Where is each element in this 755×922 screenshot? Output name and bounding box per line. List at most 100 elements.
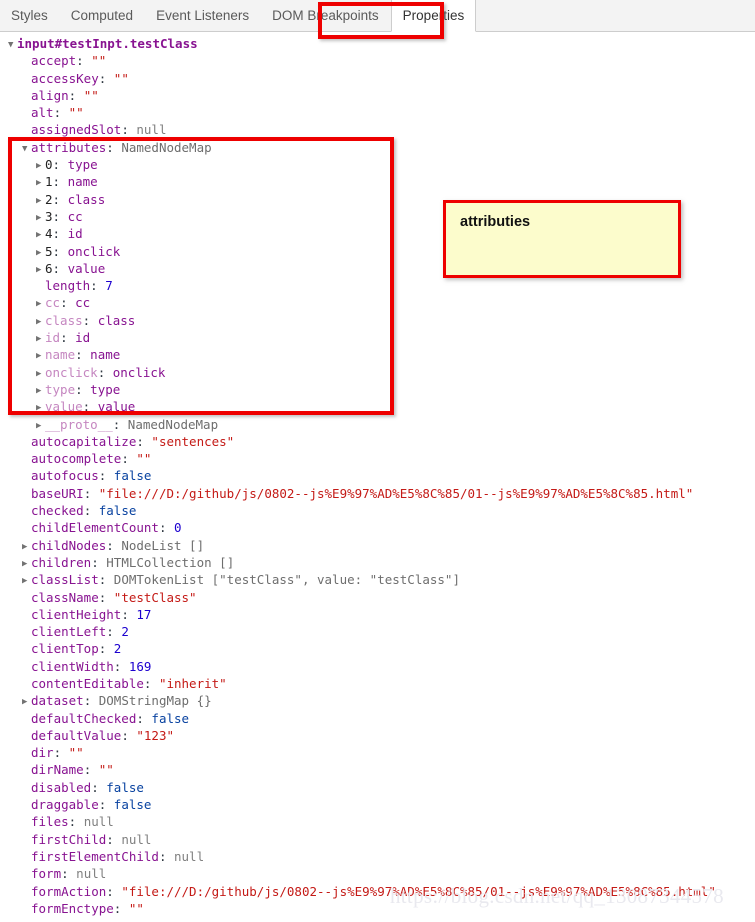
property-row[interactable]: length: 7 — [0, 277, 755, 294]
property-separator: : — [60, 295, 76, 311]
property-row[interactable]: clientTop: 2 — [0, 640, 755, 657]
property-row[interactable]: autocapitalize: "sentences" — [0, 433, 755, 450]
property-row[interactable]: autofocus: false — [0, 467, 755, 484]
property-row[interactable]: id: id — [0, 329, 755, 346]
property-key: 1 — [45, 174, 53, 190]
property-value: false — [151, 710, 190, 726]
property-row[interactable]: disabled: false — [0, 779, 755, 796]
property-row[interactable]: assignedSlot: null — [0, 121, 755, 138]
property-row[interactable]: dataset: DOMStringMap {} — [0, 692, 755, 709]
property-value: NamedNodeMap — [127, 416, 219, 432]
tab-event-listeners[interactable]: Event Listeners — [145, 0, 261, 31]
property-value: 2 — [121, 624, 129, 640]
property-separator: : — [98, 572, 114, 588]
property-value: class — [97, 312, 136, 328]
property-row[interactable]: childNodes: NodeList [] — [0, 537, 755, 554]
property-value: "" — [128, 900, 144, 916]
watermark: https://blog.csdn.net/qq_13087344578 — [390, 884, 724, 908]
property-row[interactable]: contentEditable: "inherit" — [0, 675, 755, 692]
property-row[interactable]: type: type — [0, 381, 755, 398]
property-row[interactable]: checked: false — [0, 502, 755, 519]
property-row[interactable]: name: name — [0, 346, 755, 363]
property-row[interactable]: onclick: onclick — [0, 364, 755, 381]
property-row[interactable]: files: null — [0, 813, 755, 830]
property-row[interactable]: align: "" — [0, 87, 755, 104]
property-value: null — [136, 122, 167, 138]
property-value: onclick — [112, 364, 166, 380]
property-row[interactable]: alt: "" — [0, 104, 755, 121]
tab-computed[interactable]: Computed — [60, 0, 145, 31]
property-value: HTMLCollection [] — [106, 554, 235, 570]
property-separator: : — [83, 762, 99, 778]
property-value: false — [98, 503, 137, 519]
property-row[interactable]: class: class — [0, 312, 755, 329]
property-row[interactable]: accessKey: "" — [0, 70, 755, 87]
property-row[interactable]: dir: "" — [0, 744, 755, 761]
property-separator: : — [98, 589, 114, 605]
property-value: 0 — [174, 520, 182, 536]
property-value: "" — [91, 53, 107, 69]
property-key: dir — [31, 745, 54, 761]
property-key: firstElementChild — [31, 848, 159, 864]
property-row[interactable]: form: null — [0, 865, 755, 882]
property-key: files — [31, 814, 69, 830]
property-key: defaultChecked — [31, 710, 137, 726]
property-value: id — [67, 226, 83, 242]
property-row[interactable]: clientWidth: 169 — [0, 658, 755, 675]
property-separator: : — [82, 399, 98, 415]
tab-properties[interactable]: Properties — [390, 0, 477, 32]
property-row[interactable]: defaultValue: "123" — [0, 727, 755, 744]
tab-dom-breakpoints[interactable]: DOM Breakpoints — [261, 0, 391, 31]
properties-root-row[interactable]: input#testInpt.testClass — [0, 35, 755, 52]
property-separator: : — [75, 347, 91, 363]
property-value: null — [121, 831, 152, 847]
property-row[interactable]: firstChild: null — [0, 831, 755, 848]
property-row[interactable]: baseURI: "file:///D:/github/js/0802--js%… — [0, 485, 755, 502]
property-separator: : — [106, 624, 122, 640]
property-value: "inherit" — [158, 675, 227, 691]
property-separator: : — [90, 278, 106, 294]
property-separator: : — [52, 208, 68, 224]
property-row[interactable]: __proto__: NamedNodeMap — [0, 416, 755, 433]
property-value: "file:///D:/github/js/0802--js%E9%97%AD%… — [98, 485, 694, 501]
property-row[interactable]: clientLeft: 2 — [0, 623, 755, 640]
property-separator: : — [121, 451, 137, 467]
property-row[interactable]: classList: DOMTokenList ["testClass", va… — [0, 571, 755, 588]
property-key: cc — [45, 295, 61, 311]
property-row[interactable]: childElementCount: 0 — [0, 519, 755, 536]
property-separator: : — [68, 87, 84, 103]
property-separator: : — [98, 468, 114, 484]
properties-panel[interactable]: input#testInpt.testClass accept: ""acces… — [0, 32, 755, 922]
property-separator: : — [158, 848, 174, 864]
property-row[interactable]: children: HTMLCollection [] — [0, 554, 755, 571]
property-row[interactable]: value: value — [0, 398, 755, 415]
property-value: class — [67, 191, 106, 207]
property-key: autocapitalize — [31, 433, 137, 449]
property-value: name — [90, 347, 121, 363]
property-key: className — [31, 589, 99, 605]
properties-row-list: accept: "" accessKey: "" align: "" alt: "" a… — [0, 52, 755, 917]
property-value: 2 — [113, 641, 122, 657]
property-row[interactable]: autocomplete: "" — [0, 450, 755, 467]
tab-styles[interactable]: Styles — [0, 0, 60, 31]
property-value: id — [75, 330, 91, 346]
property-separator: : — [83, 693, 99, 709]
property-row[interactable]: clientHeight: 17 — [0, 606, 755, 623]
property-value: "" — [113, 70, 129, 86]
property-value: onclick — [67, 243, 121, 259]
property-row[interactable]: 1: name — [0, 173, 755, 190]
property-row[interactable]: className: "testClass" — [0, 589, 755, 606]
property-row[interactable]: accept: "" — [0, 52, 755, 69]
property-row[interactable]: firstElementChild: null — [0, 848, 755, 865]
property-row[interactable]: cc: cc — [0, 294, 755, 311]
property-row[interactable]: defaultChecked: false — [0, 710, 755, 727]
property-row[interactable]: draggable: false — [0, 796, 755, 813]
property-value: null — [83, 814, 114, 830]
property-row[interactable]: attributes: NamedNodeMap — [0, 139, 755, 156]
property-key: clientHeight — [31, 606, 122, 622]
property-row[interactable]: dirName: "" — [0, 761, 755, 778]
property-key: clientWidth — [31, 658, 114, 674]
property-key: firstChild — [31, 831, 107, 847]
property-separator: : — [52, 260, 68, 276]
property-row[interactable]: 0: type — [0, 156, 755, 173]
